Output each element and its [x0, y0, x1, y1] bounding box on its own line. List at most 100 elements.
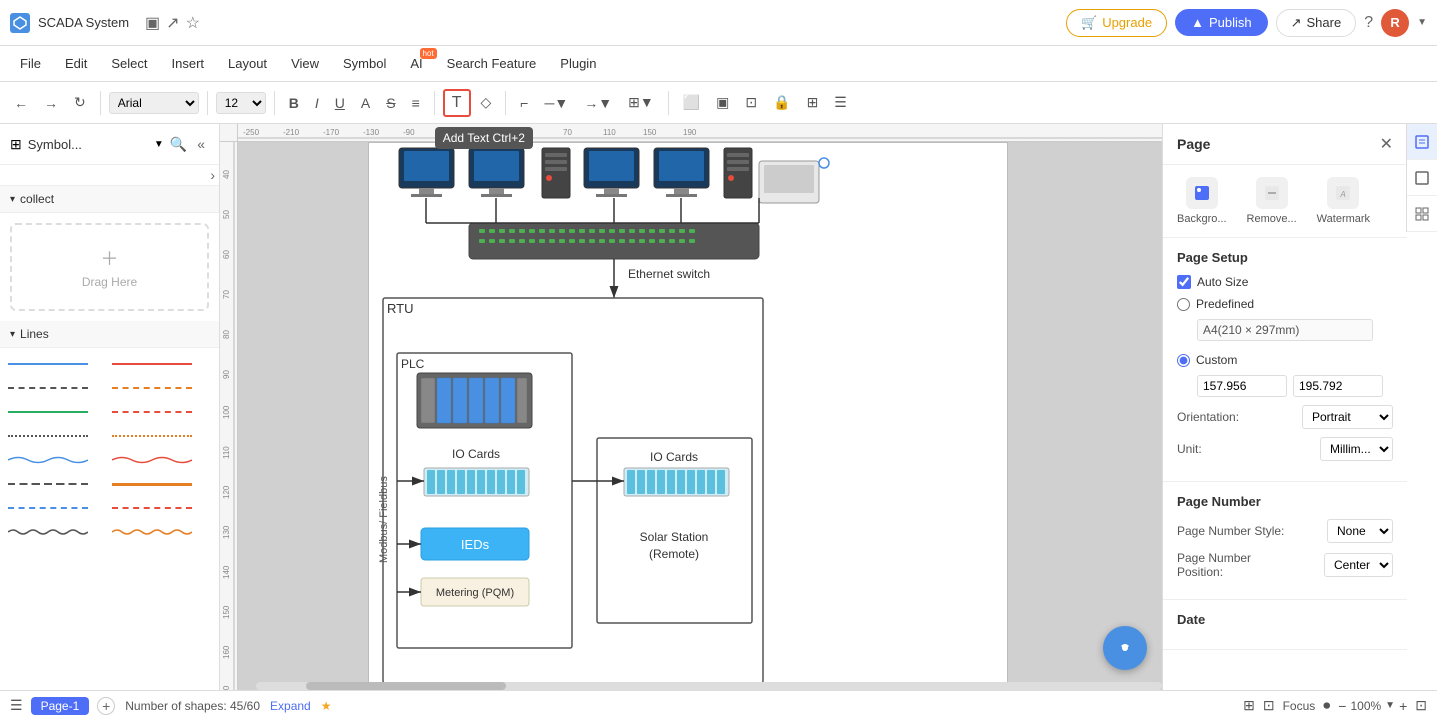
zoom-in-button[interactable]: + — [1399, 698, 1407, 714]
predefined-radio[interactable] — [1177, 298, 1190, 311]
line-item[interactable] — [8, 404, 108, 420]
menu-edit[interactable]: Edit — [55, 52, 97, 75]
expand-link[interactable]: Expand — [270, 699, 311, 713]
font-size-select[interactable]: 12 — [216, 92, 266, 114]
insert-img-button[interactable]: ⬜ — [677, 90, 706, 115]
shadow-button[interactable]: ▣ — [710, 90, 735, 115]
record-icon[interactable]: ⏺ — [1323, 697, 1330, 714]
page-number-style-select[interactable]: None 1, 2, 3 i, ii, iii — [1327, 519, 1393, 543]
menu-view[interactable]: View — [281, 52, 329, 75]
predefined-input[interactable] — [1197, 319, 1373, 341]
width-input[interactable] — [1197, 375, 1287, 397]
lines-section-header[interactable]: ▾ Lines — [0, 321, 219, 348]
menu-ai[interactable]: AI hot — [400, 52, 432, 75]
font-family-select[interactable]: Arial — [109, 92, 199, 114]
font-color-button[interactable]: A — [355, 91, 376, 115]
menu-search-feature[interactable]: Search Feature — [437, 52, 547, 75]
upgrade-button[interactable]: 🛒 Upgrade — [1066, 9, 1167, 37]
menu-plugin[interactable]: Plugin — [550, 52, 606, 75]
panel-toggle-icon[interactable]: ▣ — [145, 13, 160, 33]
italic-button[interactable]: I — [309, 91, 325, 115]
collapse-button[interactable]: « — [193, 132, 209, 156]
line-item[interactable] — [112, 452, 212, 468]
user-avatar[interactable]: R — [1381, 9, 1409, 37]
line-item[interactable] — [112, 500, 212, 516]
pages-icon[interactable]: ☰ — [10, 697, 23, 714]
external-link-icon[interactable]: ↗ — [166, 13, 179, 33]
line-item[interactable] — [112, 356, 212, 372]
focus-label[interactable]: Focus — [1283, 699, 1316, 713]
zoom-dropdown-icon[interactable]: ▼ — [1385, 700, 1395, 711]
menu-layout[interactable]: Layout — [218, 52, 277, 75]
menu-select[interactable]: Select — [101, 52, 157, 75]
layers-icon[interactable]: ⊞ — [1243, 697, 1255, 714]
zoom-out-button[interactable]: − — [1338, 698, 1346, 714]
undo-button[interactable]: ← — [8, 91, 34, 115]
close-right-panel-button[interactable]: ✕ — [1380, 134, 1393, 154]
menu-file[interactable]: File — [10, 52, 51, 75]
menu-insert[interactable]: Insert — [162, 52, 215, 75]
redo-button[interactable]: → — [38, 91, 64, 115]
bold-button[interactable]: B — [283, 91, 305, 115]
shape-button[interactable]: ◇ — [475, 90, 498, 115]
fit-page-button[interactable]: ⊡ — [1415, 697, 1427, 714]
fit-icon[interactable]: ⊡ — [1263, 697, 1275, 714]
page-properties-tab[interactable] — [1407, 124, 1437, 160]
group-button[interactable]: ⊞ — [801, 90, 825, 115]
panel-dropdown-icon[interactable]: ▼ — [154, 139, 164, 150]
line-item[interactable] — [8, 524, 108, 540]
add-text-button[interactable]: T — [443, 89, 471, 117]
fit-button[interactable]: ⊡ — [739, 90, 763, 115]
canvas-area[interactable]: -250 -210 -170 -130 -90 -50 -10 30 70 11… — [220, 124, 1162, 690]
line-item[interactable] — [112, 476, 212, 492]
scrollbar-thumb[interactable] — [306, 682, 506, 690]
shape-properties-tab[interactable] — [1407, 160, 1437, 196]
page-number-position-select[interactable]: Center Left Right — [1324, 553, 1393, 577]
background-button[interactable]: Backgro... — [1177, 177, 1227, 225]
line-item[interactable] — [8, 476, 108, 492]
star-status-icon[interactable]: ★ — [321, 699, 332, 713]
drag-area[interactable]: ＋ Drag Here — [10, 223, 209, 311]
orientation-select[interactable]: Portrait Landscape — [1302, 405, 1393, 429]
auto-size-checkbox[interactable] — [1177, 275, 1191, 289]
custom-radio[interactable] — [1177, 354, 1190, 367]
lock-button[interactable]: 🔒 — [767, 90, 796, 115]
add-page-button[interactable]: + — [97, 697, 115, 715]
page-1-tab[interactable]: Page-1 — [31, 697, 90, 715]
unit-select[interactable]: Millim... Inches Pixels — [1320, 437, 1393, 461]
canvas-grid[interactable]: Ethernet switch RTU PLC — [238, 142, 1162, 690]
line-item[interactable] — [8, 452, 108, 468]
strikethrough-button[interactable]: S — [380, 91, 401, 115]
line-item[interactable] — [8, 356, 108, 372]
line-item[interactable] — [8, 500, 108, 516]
share-button[interactable]: ↗ Share — [1276, 9, 1357, 37]
line-item[interactable] — [8, 380, 108, 396]
connector-button[interactable]: ⌐ — [514, 91, 534, 115]
ai-assistant-button[interactable] — [1103, 626, 1147, 670]
line-item[interactable] — [112, 404, 212, 420]
help-icon[interactable]: ? — [1364, 14, 1373, 32]
line-style-button[interactable]: ─▼ — [538, 91, 574, 115]
user-dropdown-icon[interactable]: ▼ — [1417, 17, 1427, 28]
line-item[interactable] — [8, 428, 108, 444]
menu-symbol[interactable]: Symbol — [333, 52, 396, 75]
remove-button[interactable]: Remove... — [1247, 177, 1297, 225]
expand-arrow[interactable]: › — [210, 167, 215, 183]
line-item[interactable] — [112, 524, 212, 540]
watermark-button[interactable]: A Watermark — [1317, 177, 1370, 225]
collect-section-header[interactable]: ▾ collect — [0, 186, 219, 213]
publish-button[interactable]: ▲ Publish — [1175, 9, 1268, 36]
align-button[interactable]: ≡ — [406, 91, 426, 115]
underline-button[interactable]: U — [329, 91, 351, 115]
line-item[interactable] — [112, 380, 212, 396]
height-input[interactable] — [1293, 375, 1383, 397]
star-icon[interactable]: ☆ — [186, 13, 200, 33]
grid-tab[interactable] — [1407, 196, 1437, 232]
ungroup-button[interactable]: ☰ — [828, 90, 853, 115]
waypoint-button[interactable]: ⊞▼ — [622, 90, 660, 115]
redo2-button[interactable]: ↻ — [68, 90, 92, 115]
line-item[interactable] — [112, 428, 212, 444]
horizontal-scrollbar[interactable] — [256, 682, 1162, 690]
arrow-style-button[interactable]: →▼ — [578, 91, 618, 115]
search-button[interactable]: 🔍 — [170, 136, 187, 153]
